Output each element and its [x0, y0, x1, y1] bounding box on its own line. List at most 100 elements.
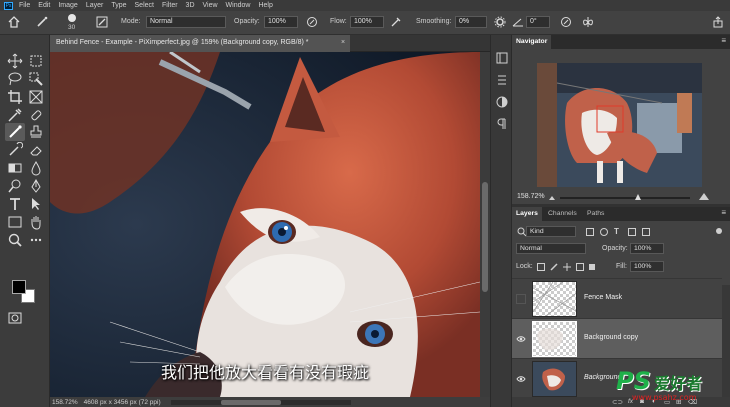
history-panel-icon[interactable]	[495, 51, 509, 65]
foreground-color-swatch[interactable]	[12, 280, 26, 294]
tab-navigator[interactable]: Navigator	[512, 35, 552, 49]
menu-help[interactable]: Help	[258, 2, 272, 9]
filter-smart-object-icon[interactable]	[642, 228, 650, 236]
navigator-zoom-value[interactable]: 158.72%	[517, 193, 545, 200]
menu-view[interactable]: View	[203, 2, 218, 9]
eyedropper-tool-icon[interactable]	[7, 107, 23, 123]
tab-paths[interactable]: Paths	[583, 207, 608, 221]
more-tools-icon[interactable]	[28, 232, 44, 248]
quick-mask-icon[interactable]	[7, 310, 23, 326]
scrollbar-thumb[interactable]	[482, 182, 488, 292]
photoshop-logo: Ps	[4, 1, 13, 10]
tab-channels[interactable]: Channels	[544, 207, 581, 221]
menu-edit[interactable]: Edit	[38, 2, 50, 9]
dodge-tool-icon[interactable]	[7, 178, 23, 194]
pressure-opacity-icon[interactable]	[306, 16, 318, 28]
opacity-field[interactable]: 100%	[264, 16, 298, 28]
eraser-tool-icon[interactable]	[28, 142, 44, 158]
menu-3d[interactable]: 3D	[186, 2, 195, 9]
rectangle-tool-icon[interactable]	[7, 214, 23, 230]
airbrush-icon[interactable]	[390, 16, 402, 28]
pen-tool-icon[interactable]	[28, 178, 44, 194]
healing-brush-icon[interactable]	[28, 107, 44, 123]
zoom-slider-knob[interactable]	[635, 194, 641, 200]
blur-tool-icon[interactable]	[28, 160, 44, 176]
properties-panel-icon[interactable]	[495, 73, 509, 87]
filter-toggle[interactable]	[716, 228, 722, 234]
document-tab[interactable]: Behind Fence - Example - PiXimperfect.jp…	[50, 35, 350, 52]
status-dimensions[interactable]: 4608 px x 3456 px (72 ppi)	[84, 399, 161, 406]
canvas-horizontal-scrollbar[interactable]	[170, 399, 351, 405]
layer-name[interactable]: Background copy	[584, 334, 638, 341]
mode-select[interactable]: Normal	[146, 16, 226, 28]
close-document-icon[interactable]: ×	[341, 39, 345, 46]
lasso-tool-icon[interactable]	[7, 71, 23, 87]
canvas-vertical-scrollbar[interactable]	[480, 52, 490, 397]
type-tool-icon[interactable]	[7, 196, 23, 212]
eye-icon[interactable]	[516, 334, 526, 344]
menu-filter[interactable]: Filter	[162, 2, 178, 9]
layer-opacity-label: Opacity:	[602, 245, 628, 252]
clone-stamp-icon[interactable]	[28, 124, 44, 140]
blend-mode-select[interactable]: Normal	[516, 243, 586, 254]
brush-settings-icon[interactable]	[96, 16, 108, 28]
lock-transparent-icon[interactable]	[537, 263, 545, 271]
lock-position-icon[interactable]	[563, 263, 571, 271]
eye-icon[interactable]	[516, 374, 526, 384]
visibility-toggle-off[interactable]	[516, 294, 526, 304]
brush-tool-icon[interactable]	[7, 124, 23, 140]
smoothing-field[interactable]: 0%	[455, 16, 487, 28]
filter-adjustment-icon[interactable]	[600, 228, 608, 236]
object-selection-icon[interactable]	[28, 71, 44, 87]
path-selection-icon[interactable]	[28, 196, 44, 212]
menu-select[interactable]: Select	[135, 2, 154, 9]
zoom-tool-icon[interactable]	[7, 232, 23, 248]
zoom-out-icon[interactable]	[548, 193, 556, 201]
menu-file[interactable]: File	[19, 2, 30, 9]
filter-shape-icon[interactable]	[628, 228, 636, 236]
menu-layer[interactable]: Layer	[86, 2, 104, 9]
crop-tool-icon[interactable]	[7, 89, 23, 105]
hand-tool-icon[interactable]	[28, 214, 44, 230]
menu-image[interactable]: Image	[58, 2, 77, 9]
menu-type[interactable]: Type	[111, 2, 126, 9]
paragraph-panel-icon[interactable]	[495, 117, 509, 131]
artboard-tool-icon[interactable]	[28, 53, 44, 69]
flow-field[interactable]: 100%	[350, 16, 384, 28]
filter-pixel-icon[interactable]	[586, 228, 594, 236]
angle-field[interactable]: 0°	[526, 16, 550, 28]
layer-name[interactable]: Fence Mask	[584, 294, 622, 301]
tab-layers[interactable]: Layers	[512, 207, 542, 221]
layer-filter-select[interactable]: Kind	[526, 226, 576, 237]
home-icon[interactable]	[8, 16, 20, 28]
adjustments-panel-icon[interactable]	[495, 95, 509, 109]
frame-tool-icon[interactable]	[28, 89, 44, 105]
pressure-size-icon[interactable]	[560, 16, 572, 28]
gradient-tool-icon[interactable]	[7, 160, 23, 176]
lock-artboard-icon[interactable]	[576, 263, 584, 271]
navigator-zoom-slider[interactable]	[560, 194, 690, 200]
layers-menu-icon[interactable]: ≡	[721, 208, 726, 217]
status-zoom[interactable]: 158.72%	[52, 399, 78, 406]
lock-all-icon[interactable]	[589, 264, 595, 270]
layer-row-fence-mask[interactable]: Fence Mask	[512, 278, 722, 318]
navigator-menu-icon[interactable]: ≡	[721, 36, 726, 45]
move-tool-icon[interactable]	[7, 53, 23, 69]
layer-row-background-copy[interactable]: Background copy	[512, 318, 722, 358]
document-canvas[interactable]: 我们把他放大看看有没有瑕疵	[50, 52, 480, 397]
symmetry-icon[interactable]	[582, 16, 594, 28]
gear-icon[interactable]	[494, 16, 506, 28]
filter-type-icon[interactable]: T	[614, 228, 622, 236]
brush-tool-preset-icon[interactable]	[36, 16, 48, 28]
layer-opacity-field[interactable]: 100%	[630, 243, 664, 254]
share-icon[interactable]	[712, 16, 724, 28]
history-brush-icon[interactable]	[7, 142, 23, 158]
brush-preview[interactable]	[68, 14, 76, 22]
menu-window[interactable]: Window	[226, 2, 251, 9]
zoom-in-icon[interactable]	[698, 191, 710, 201]
lock-image-icon[interactable]	[550, 263, 558, 271]
horizontal-scrollbar-thumb[interactable]	[220, 399, 281, 405]
fill-field[interactable]: 100%	[630, 261, 664, 272]
smoothing-label: Smoothing:	[416, 18, 452, 25]
navigator-preview[interactable]	[537, 63, 702, 187]
